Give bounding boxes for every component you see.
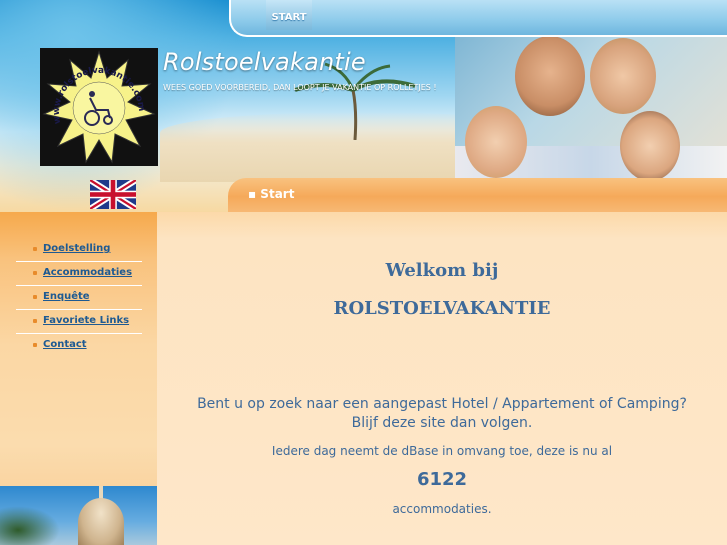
tab-start[interactable]: START bbox=[266, 0, 312, 30]
photo-dome bbox=[78, 498, 124, 545]
photo-boy bbox=[620, 111, 680, 180]
welcome-heading: Welkom bij bbox=[385, 260, 499, 281]
site-logo[interactable]: www.rolstoelvakantie.com bbox=[40, 48, 158, 166]
intro-line-1: Bent u op zoek naar een aangepast Hotel … bbox=[197, 396, 687, 412]
sidebar-item-favoriete-links: Favoriete Links bbox=[16, 310, 142, 334]
sidebar-item-enquete: Enquête bbox=[16, 286, 142, 310]
photo-father bbox=[515, 36, 585, 116]
main-content: Welkom bij ROLSTOELVAKANTIE Bent u op zo… bbox=[157, 212, 727, 545]
bullet-icon bbox=[33, 343, 37, 347]
bullet-icon bbox=[33, 247, 37, 251]
photo-palms bbox=[0, 506, 60, 545]
sidebar-item-contact: Contact bbox=[16, 334, 142, 358]
accommodation-count: 6122 bbox=[416, 469, 468, 490]
top-navigation: START bbox=[229, 0, 727, 37]
intro-line-2: Blijf deze site dan volgen. bbox=[351, 415, 533, 431]
growth-text: Iedere dag neemt de dBase in omvang toe,… bbox=[271, 444, 613, 458]
photo-mother bbox=[590, 38, 656, 114]
sidebar-link-favoriete-links[interactable]: Favoriete Links bbox=[43, 315, 129, 326]
breadcrumb-start[interactable]: ▪ Start bbox=[248, 187, 294, 201]
accommodation-count-unit: accommodaties. bbox=[392, 502, 492, 516]
sidebar: Doelstelling Accommodaties Enquête Favor… bbox=[0, 212, 157, 545]
site-name-heading: ROLSTOELVAKANTIE bbox=[333, 298, 551, 319]
site-title: Rolstoelvakantie bbox=[163, 48, 366, 76]
intro-text: Bent u op zoek naar een aangepast Hotel … bbox=[157, 395, 727, 433]
site-tagline: WEES GOED VOORBEREID, DAN LOOPT JE VAKAN… bbox=[163, 83, 437, 92]
breadcrumb-bar: ▪ Start bbox=[228, 178, 727, 212]
sidebar-photo bbox=[0, 486, 157, 545]
uk-flag-icon[interactable] bbox=[90, 180, 136, 209]
sun-logo-icon: www.rolstoelvakantie.com bbox=[42, 50, 156, 164]
sidebar-item-accommodaties: Accommodaties bbox=[16, 262, 142, 286]
bullet-icon bbox=[33, 295, 37, 299]
sidebar-menu: Doelstelling Accommodaties Enquête Favor… bbox=[16, 238, 142, 358]
sidebar-link-contact[interactable]: Contact bbox=[43, 339, 87, 350]
bullet-icon bbox=[33, 319, 37, 323]
family-photo bbox=[455, 36, 727, 180]
bullet-icon bbox=[33, 271, 37, 275]
sidebar-link-enquete[interactable]: Enquête bbox=[43, 291, 90, 302]
photo-girl bbox=[465, 106, 527, 178]
sidebar-link-doelstelling[interactable]: Doelstelling bbox=[43, 243, 110, 254]
sidebar-item-doelstelling: Doelstelling bbox=[16, 238, 142, 262]
sidebar-link-accommodaties[interactable]: Accommodaties bbox=[43, 267, 132, 278]
